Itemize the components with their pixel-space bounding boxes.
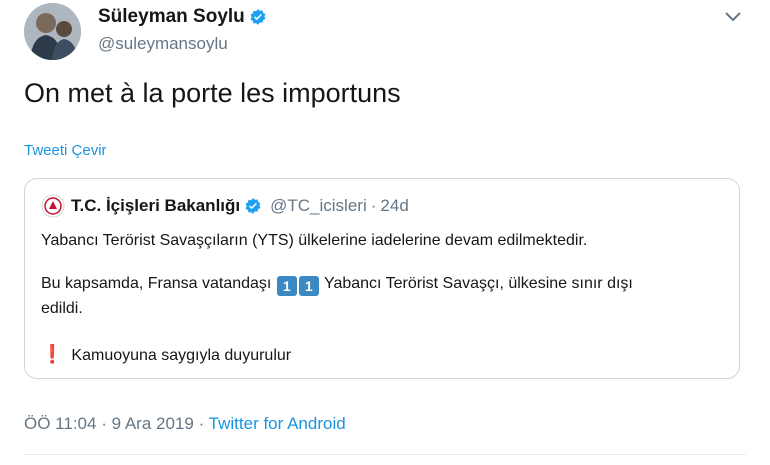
quoted-text-segment: Bu kapsamda, Fransa vatandaşı bbox=[41, 275, 272, 292]
separator-dot: · bbox=[101, 414, 107, 433]
tweet-time[interactable]: ÖÖ 11:04 bbox=[24, 414, 96, 433]
tweet-date[interactable]: 9 Ara 2019 bbox=[112, 414, 194, 433]
quoted-text-line-2: Bu kapsamda, Fransa vatandaşı 11 Yabancı… bbox=[41, 275, 633, 296]
verified-badge-icon bbox=[245, 198, 261, 214]
quoted-text-segment: Yabancı Terörist Savaşçı, ülkesine sınır… bbox=[323, 275, 633, 292]
quoted-text-line-3: edildi. bbox=[41, 300, 83, 317]
quoted-timestamp[interactable]: 24d bbox=[380, 196, 408, 216]
verified-badge-icon bbox=[250, 9, 266, 25]
quoted-text-line-4: ❗ Kamuoyuna saygıyla duyurulur bbox=[41, 344, 291, 365]
quoted-tweet[interactable]: T.C. İçişleri Bakanlığı @TC_icisleri · 2… bbox=[24, 178, 740, 379]
quoted-text-segment: Kamuoyuna saygıyla duyurulur bbox=[71, 347, 292, 364]
ministry-logo-icon bbox=[41, 194, 65, 218]
quoted-text-line-1: Yabancı Terörist Savaşçıların (YTS) ülke… bbox=[41, 232, 588, 249]
author-name-row: Süleyman Soylu bbox=[98, 6, 267, 28]
author-display-name[interactable]: Süleyman Soylu bbox=[98, 6, 245, 28]
author-handle[interactable]: @suleymansoylu bbox=[98, 34, 228, 54]
tweet-meta: ÖÖ 11:04 · 9 Ara 2019 · Twitter for Andr… bbox=[24, 414, 346, 434]
separator-dot: · bbox=[198, 414, 205, 433]
keycap-one-icon: 1 bbox=[298, 276, 319, 296]
quoted-handle[interactable]: @TC_icisleri bbox=[270, 196, 367, 216]
avatar[interactable] bbox=[24, 3, 81, 60]
tweet-client-link[interactable]: Twitter for Android bbox=[209, 414, 346, 433]
quoted-tweet-header: T.C. İçişleri Bakanlığı @TC_icisleri · 2… bbox=[41, 194, 409, 218]
quoted-display-name[interactable]: T.C. İçişleri Bakanlığı bbox=[71, 196, 240, 216]
divider bbox=[24, 454, 746, 455]
exclamation-icon: ❗ bbox=[41, 344, 64, 364]
tweet-text: On met à la porte les importuns bbox=[24, 78, 401, 108]
keycap-one-icon: 1 bbox=[276, 276, 297, 296]
chevron-down-icon[interactable] bbox=[724, 10, 742, 24]
separator-dot: · bbox=[370, 196, 377, 215]
translate-tweet-link[interactable]: Tweeti Çevir bbox=[24, 142, 107, 159]
